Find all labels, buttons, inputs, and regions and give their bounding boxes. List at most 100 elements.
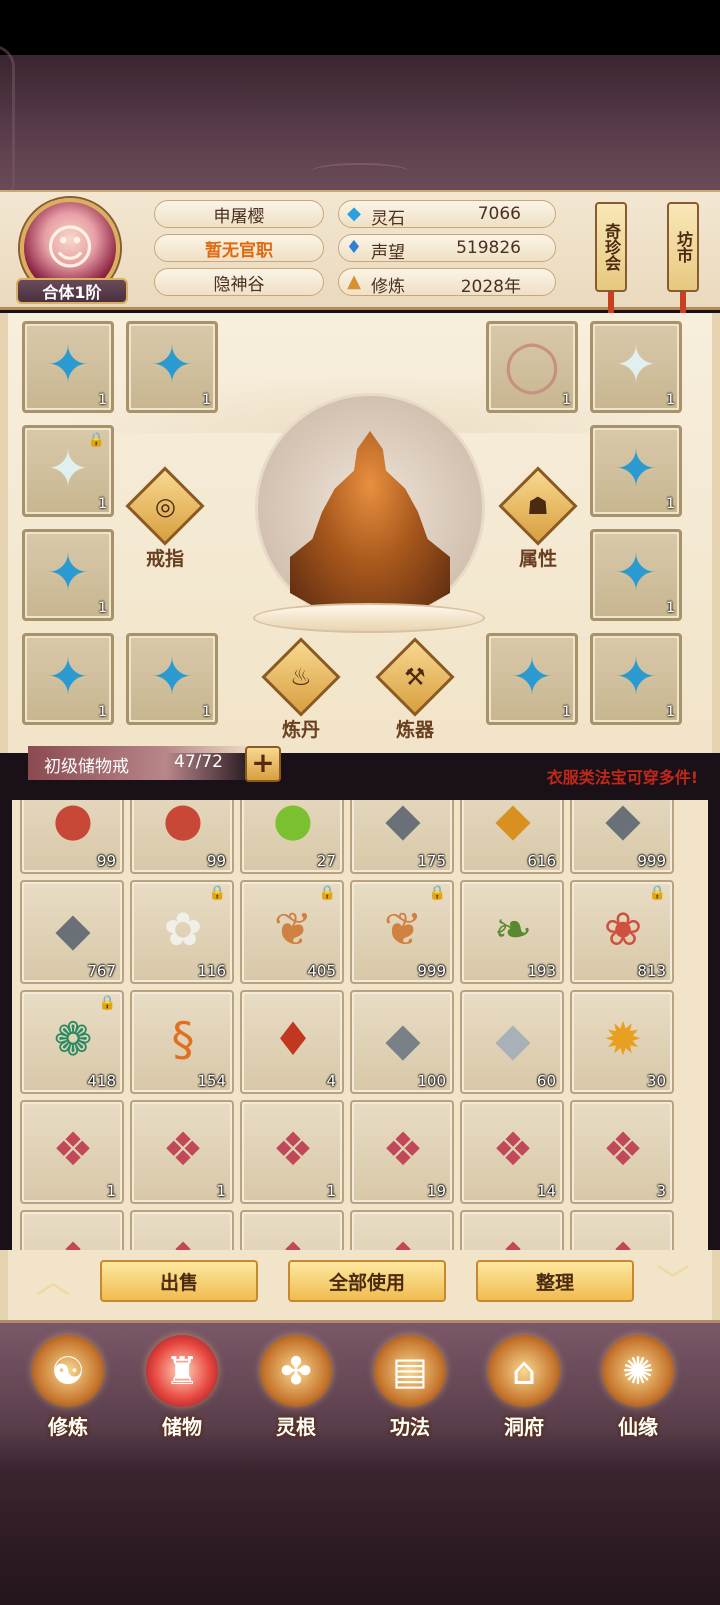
resource-prestige: ♦ 声望 519826 xyxy=(338,234,556,263)
flower-herb-icon: ❀ xyxy=(603,902,643,956)
ring-icon: ◎ xyxy=(154,491,176,520)
resource-cultivation: ▲ 修炼 2028年 xyxy=(338,268,556,297)
item-count: 154 xyxy=(197,1072,226,1090)
nav-immortal-fate[interactable]: ✺ 仙缘 xyxy=(588,1335,688,1445)
inventory-slot[interactable]: ❖ xyxy=(240,1210,344,1250)
nav-cultivate[interactable]: ☯ 修炼 xyxy=(18,1335,118,1445)
red-orb-icon: ● xyxy=(52,800,94,846)
ginseng-icon: ❦ xyxy=(383,902,423,956)
equip-slot[interactable]: ✦ 1 xyxy=(22,321,114,413)
forging-button[interactable]: ⚒ 炼器 xyxy=(375,637,455,741)
equip-slot[interactable]: ✦ 1 xyxy=(590,529,682,621)
use-all-button[interactable]: 全部使用 xyxy=(288,1260,446,1302)
ore-icon: ◆ xyxy=(605,800,641,846)
inventory-slot[interactable]: ❖ xyxy=(460,1210,564,1250)
item-count: 3 xyxy=(656,1182,666,1200)
inventory-slot[interactable]: ❖ xyxy=(570,1210,674,1250)
inventory-slot[interactable]: ● 99 xyxy=(20,800,124,874)
equipment-panel: ✦ 1 ✦ 1 ◯ 1 ✦ 1 ✦ 🔒 1 ✦ 1 ✦ 1 ✦ 1 ✦ 1 ✦ … xyxy=(0,313,720,787)
worm-icon: § xyxy=(171,1012,195,1066)
scene-background xyxy=(0,55,720,190)
inventory-slot[interactable]: ❖ 1 xyxy=(130,1100,234,1204)
equip-slot[interactable]: ◯ 1 xyxy=(486,321,578,413)
inventory-slot[interactable]: ❀ 🔒 813 xyxy=(570,880,674,984)
inventory-slot[interactable]: ❁ 🔒 418 xyxy=(20,990,124,1094)
equip-slot[interactable]: ✦ 1 xyxy=(590,425,682,517)
inventory-slot[interactable]: ❖ 14 xyxy=(460,1100,564,1204)
organize-button[interactable]: 整理 xyxy=(476,1260,634,1302)
item-count: 999 xyxy=(417,962,446,980)
inventory-slot[interactable]: ❖ xyxy=(130,1210,234,1250)
inventory-slot[interactable]: ❧ 193 xyxy=(460,880,564,984)
inventory-slot[interactable]: ❖ 3 xyxy=(570,1100,674,1204)
scroll-down-arrow-icon[interactable]: ﹀ xyxy=(648,1262,698,1302)
ring-button[interactable]: ◎ 戒指 xyxy=(125,466,205,570)
treasure-fair-button[interactable]: 奇珍会 xyxy=(595,202,627,292)
inventory-slot[interactable]: ✿ 🔒 116 xyxy=(130,880,234,984)
inventory-slot[interactable]: ❦ 🔒 405 xyxy=(240,880,344,984)
inventory-slot[interactable]: ◆ 60 xyxy=(460,990,564,1094)
inventory-slot[interactable]: ❖ 19 xyxy=(350,1100,454,1204)
inventory-slot[interactable]: § 154 xyxy=(130,990,234,1094)
inventory-slot[interactable]: ● 99 xyxy=(130,800,234,874)
item-count: 4 xyxy=(326,1072,336,1090)
inventory-slot[interactable]: ● 27 xyxy=(240,800,344,874)
lock-icon: 🔒 xyxy=(318,885,336,901)
item-count: 116 xyxy=(197,962,226,980)
anvil-icon: ⚒ xyxy=(404,662,426,691)
scroll-gift-icon: ❖ xyxy=(480,1226,546,1250)
equip-slot[interactable]: ✦ 1 xyxy=(126,321,218,413)
inventory-grid[interactable]: ● 99 ● 99 ● 27 ◆ 175 ◆ 616 ◆ 999 ◆ 767 ✿ 🔒 116 ❦ 🔒 405 ❦ 🔒 999… xyxy=(12,800,708,1250)
scroll-up-arrow-icon[interactable]: ︿ xyxy=(28,1262,78,1302)
equip-slot[interactable]: ✦ 🔒 1 xyxy=(22,425,114,517)
inventory-slot[interactable]: ❖ 1 xyxy=(240,1100,344,1204)
sell-button[interactable]: 出售 xyxy=(100,1260,258,1302)
silver-ore-icon: ◆ xyxy=(495,1012,531,1066)
equip-slot[interactable]: ✦ 1 xyxy=(22,529,114,621)
item-count: 100 xyxy=(417,1072,446,1090)
item-count: 999 xyxy=(637,852,666,870)
lock-icon: 🔒 xyxy=(428,885,446,901)
inventory-slot[interactable]: ✹ 30 xyxy=(570,990,674,1094)
nav-technique[interactable]: ▤ 功法 xyxy=(360,1335,460,1445)
pedestal xyxy=(253,603,485,633)
immortal-fate-icon: ✺ xyxy=(602,1335,674,1407)
inventory-slot[interactable]: ◆ 999 xyxy=(570,800,674,874)
scroll-gift-icon: ❖ xyxy=(370,1226,436,1250)
equip-slot[interactable]: ✦ 1 xyxy=(590,321,682,413)
storage-ring-bar: 初级储物戒 47/72 xyxy=(28,746,258,780)
equip-slot[interactable]: ✦ 1 xyxy=(22,633,114,725)
nav-cave-abode[interactable]: ⌂ 洞府 xyxy=(474,1335,574,1445)
nav-spirit-root[interactable]: ✤ 灵根 xyxy=(246,1335,346,1445)
inventory-slot[interactable]: ❦ 🔒 999 xyxy=(350,880,454,984)
inventory-slot[interactable]: ◆ 767 xyxy=(20,880,124,984)
avatar[interactable]: ☺ 合体1阶 xyxy=(16,198,128,304)
alchemy-button[interactable]: ♨ 炼丹 xyxy=(261,637,341,741)
robe-icon: ✦ xyxy=(151,336,193,394)
tassel-decoration xyxy=(680,292,686,314)
equip-slot[interactable]: ✦ 1 xyxy=(486,633,578,725)
cultivation-icon: ▲ xyxy=(347,271,361,292)
scroll-gift-icon: ❖ xyxy=(382,1122,424,1176)
inventory-slot[interactable]: ❖ xyxy=(350,1210,454,1250)
robe-icon: ✦ xyxy=(47,544,89,602)
market-button[interactable]: 坊市 xyxy=(667,202,699,292)
expand-storage-button[interactable]: + xyxy=(245,746,281,782)
inventory-slot[interactable]: ♦ 4 xyxy=(240,990,344,1094)
status-bar xyxy=(0,0,720,55)
equip-slot[interactable]: ✦ 1 xyxy=(126,633,218,725)
robe-icon: ✦ xyxy=(615,440,657,498)
inventory-slot[interactable]: ◆ 175 xyxy=(350,800,454,874)
item-count: 99 xyxy=(96,852,116,870)
nav-storage[interactable]: ♜ 储物 xyxy=(132,1335,232,1445)
side-frame-decoration xyxy=(0,45,15,205)
inventory-slot[interactable]: ❖ 1 xyxy=(20,1100,124,1204)
inventory-slot[interactable]: ◆ 100 xyxy=(350,990,454,1094)
ring-icon: ◯ xyxy=(504,336,560,394)
equip-slot[interactable]: ✦ 1 xyxy=(590,633,682,725)
inventory-slot[interactable]: ◆ 616 xyxy=(460,800,564,874)
inventory-slot[interactable]: ❖ xyxy=(20,1210,124,1250)
attributes-button[interactable]: ☗ 属性 xyxy=(498,466,578,570)
spirit-root-icon: ✤ xyxy=(260,1335,332,1407)
rank-badge: 合体1阶 xyxy=(16,278,128,304)
